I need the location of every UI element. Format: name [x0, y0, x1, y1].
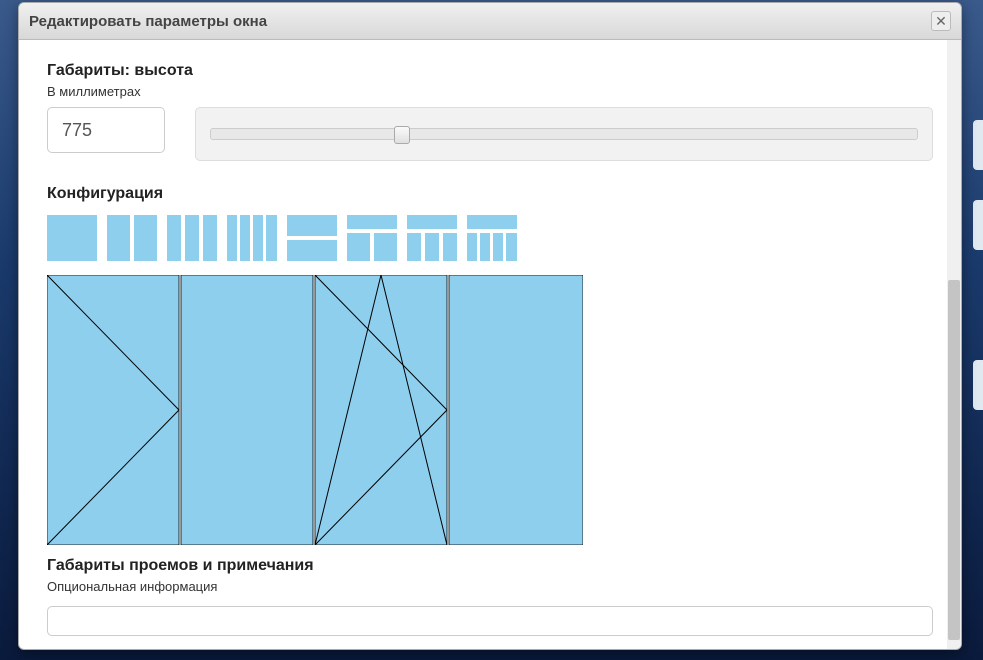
height-slider[interactable]	[210, 128, 918, 140]
config-option-4x1[interactable]	[227, 215, 277, 261]
height-heading: Габариты: высота	[47, 62, 933, 80]
openings-heading: Габариты проемов и примечания	[47, 557, 933, 575]
config-option-2-over-1[interactable]	[347, 215, 397, 261]
note-heading: Примечание	[47, 648, 933, 649]
config-option-1x1[interactable]	[47, 215, 97, 261]
openings-help: Опциональная информация	[47, 579, 933, 594]
config-heading: Конфигурация	[47, 185, 933, 203]
config-option-1x2[interactable]	[287, 215, 337, 261]
dialog-content: Габариты: высота В миллиметрах Конфигура…	[19, 40, 961, 649]
bg-tab-2	[973, 200, 983, 250]
bg-tab-3	[973, 360, 983, 410]
dialog-title: Редактировать параметры окна	[29, 13, 267, 30]
config-option-3x1[interactable]	[167, 215, 217, 261]
openings-input[interactable]	[47, 606, 933, 636]
dialog-titlebar: Редактировать параметры окна ✕	[19, 3, 961, 40]
close-icon: ✕	[935, 14, 947, 28]
vertical-scrollbar[interactable]	[947, 40, 961, 649]
scrollbar-thumb[interactable]	[948, 280, 960, 640]
dialog-close-button[interactable]: ✕	[931, 11, 951, 31]
height-input[interactable]	[47, 107, 165, 153]
window-preview	[47, 275, 583, 545]
height-help: В миллиметрах	[47, 84, 933, 99]
height-slider-container	[195, 107, 933, 161]
height-slider-handle[interactable]	[394, 126, 410, 144]
bg-tab-1	[973, 120, 983, 170]
edit-window-params-dialog: Редактировать параметры окна ✕ Габариты:…	[18, 2, 962, 650]
config-option-2x1[interactable]	[107, 215, 157, 261]
dialog-body: Габариты: высота В миллиметрах Конфигура…	[19, 40, 961, 649]
config-options-row	[47, 215, 933, 261]
config-option-4-over-1[interactable]	[467, 215, 517, 261]
config-option-3-over-1[interactable]	[407, 215, 457, 261]
